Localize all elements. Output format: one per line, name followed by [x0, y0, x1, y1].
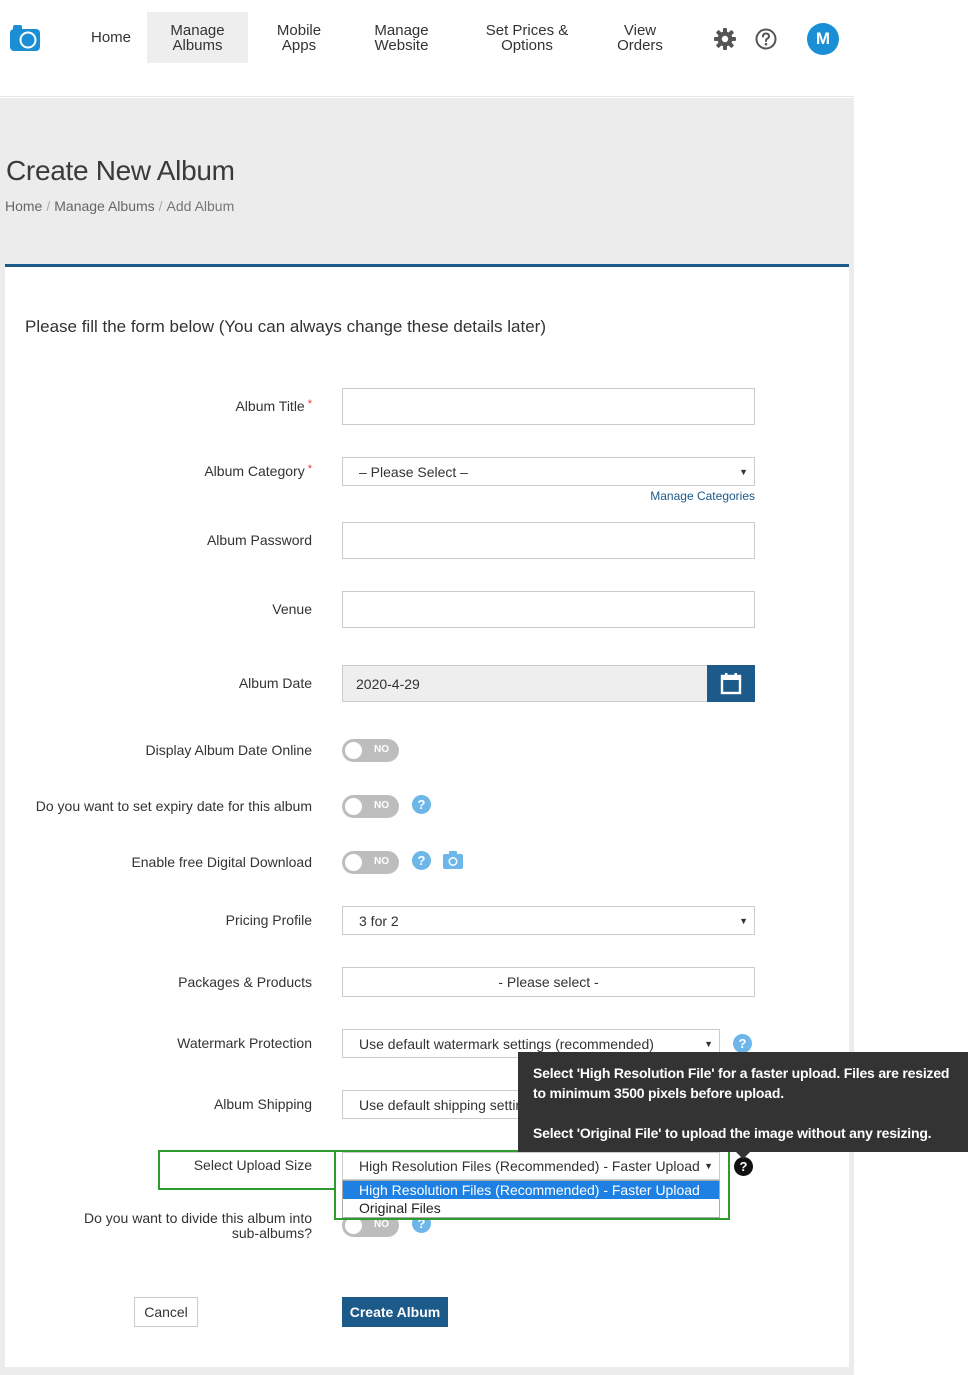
form-intro: Please fill the form below (You can alwa…: [25, 317, 546, 336]
watermark-label: Watermark Protection: [177, 1035, 312, 1051]
select-value: Use default watermark settings (recommen…: [359, 1035, 654, 1052]
tooltip-text-2: Select 'Original File' to upload the ima…: [533, 1125, 932, 1141]
upload-size-tooltip: Select 'High Resolution File' for a fast…: [518, 1052, 968, 1152]
pricing-profile-select[interactable]: 3 for 2 ▼: [342, 906, 755, 935]
packages-select[interactable]: - Please select -: [342, 967, 755, 997]
toggle-knob: [345, 742, 362, 759]
display-date-label: Display Album Date Online: [145, 742, 312, 758]
nav-label-line1: Mobile: [276, 21, 322, 39]
venue-label: Venue: [272, 601, 312, 617]
question-circle-icon[interactable]: [755, 28, 777, 50]
label-line2: sub-albums?: [231, 1225, 312, 1241]
nav-label-line2: Website: [374, 36, 429, 54]
breadcrumb-home[interactable]: Home: [5, 198, 42, 214]
tooltip-text-1: Select 'High Resolution File' for a fast…: [533, 1065, 950, 1101]
expiry-label: Do you want to set expiry date for this …: [35, 798, 312, 814]
highlight-select-box: [334, 1150, 730, 1220]
album-date-input[interactable]: 2020-4-29: [342, 665, 708, 702]
gear-icon[interactable]: [713, 27, 737, 51]
album-title-label: Album Title *: [235, 398, 312, 414]
toggle-text: NO: [374, 856, 389, 867]
nav-label-line1: Set Prices &: [485, 21, 569, 39]
tooltip-arrow: [736, 1152, 750, 1159]
label-text: Album Category: [204, 463, 305, 479]
nav-label-line2: Albums: [172, 36, 223, 54]
nav-label-line1: Manage: [170, 21, 225, 39]
breadcrumb: Home / Manage Albums / Add Album: [5, 198, 234, 214]
select-value: 3 for 2: [359, 912, 399, 929]
album-category-label: Album Category *: [204, 463, 312, 479]
nav-manage-website[interactable]: Manage Website: [356, 12, 447, 63]
packages-label: Packages & Products: [178, 974, 312, 990]
free-download-toggle[interactable]: NO: [342, 851, 399, 874]
breadcrumb-separator: /: [46, 198, 51, 214]
breadcrumb-manage-albums[interactable]: Manage Albums: [54, 198, 154, 214]
manage-categories-link[interactable]: Manage Categories: [650, 489, 755, 503]
sub-albums-label: Do you want to divide this album into su…: [84, 1211, 312, 1241]
calendar-icon: [720, 672, 742, 694]
nav-set-prices[interactable]: Set Prices & Options: [474, 12, 580, 63]
pricing-profile-label: Pricing Profile: [225, 912, 312, 928]
top-nav: Home Manage Albums Mobile Apps Manage Websi…: [0, 0, 854, 97]
nav-home[interactable]: Home: [78, 12, 144, 63]
nav-manage-albums[interactable]: Manage Albums: [147, 12, 248, 63]
shipping-label: Album Shipping: [213, 1096, 312, 1112]
breadcrumb-separator: /: [158, 198, 163, 214]
page-title: Create New Album: [6, 155, 235, 186]
highlight-label-box: [158, 1150, 336, 1190]
breadcrumb-current: Add Album: [166, 198, 235, 214]
question-help-icon[interactable]: ?: [412, 795, 431, 814]
nav-label-line1: View: [623, 21, 657, 39]
nav-label-line2: Options: [501, 36, 553, 54]
avatar[interactable]: M: [807, 23, 839, 55]
chevron-down-icon: ▼: [739, 466, 748, 477]
album-password-label: Album Password: [206, 532, 312, 548]
camera-logo-icon[interactable]: [10, 25, 40, 51]
required-mark: *: [307, 463, 312, 475]
expiry-toggle[interactable]: NO: [342, 795, 399, 818]
question-help-icon[interactable]: ?: [734, 1157, 753, 1176]
camera-icon[interactable]: [443, 851, 463, 869]
album-category-select[interactable]: – Please Select – ▼: [342, 457, 755, 486]
toggle-text: NO: [374, 1219, 389, 1230]
nav-label-line2: Orders: [617, 36, 663, 54]
question-help-icon[interactable]: ?: [412, 851, 431, 870]
display-date-toggle[interactable]: NO: [342, 739, 399, 762]
toggle-knob: [345, 798, 362, 815]
toggle-text: NO: [374, 744, 389, 755]
nav-view-orders[interactable]: View Orders: [602, 12, 678, 63]
toggle-text: NO: [374, 800, 389, 811]
nav-home-label: Home: [90, 29, 131, 46]
album-password-input[interactable]: [342, 522, 755, 559]
chevron-down-icon: ▼: [739, 915, 748, 926]
nav-mobile-apps[interactable]: Mobile Apps: [258, 12, 340, 63]
free-download-label: Enable free Digital Download: [131, 854, 312, 870]
nav-label-line1: Manage: [374, 21, 429, 39]
chevron-down-icon: ▼: [704, 1038, 713, 1049]
select-value: – Please Select –: [359, 463, 468, 480]
nav-label-line2: Apps: [281, 36, 317, 54]
create-album-button[interactable]: Create Album: [342, 1297, 448, 1327]
calendar-button[interactable]: [707, 665, 755, 702]
venue-input[interactable]: [342, 591, 755, 628]
question-help-icon[interactable]: ?: [733, 1034, 752, 1053]
cancel-button[interactable]: Cancel: [134, 1297, 198, 1327]
label-line1: Do you want to divide this album into: [83, 1210, 312, 1226]
select-value: Use default shipping settin: [359, 1096, 524, 1113]
toggle-knob: [345, 854, 362, 871]
album-title-input[interactable]: [342, 388, 755, 425]
album-date-label: Album Date: [238, 675, 312, 691]
required-mark: *: [307, 398, 312, 410]
label-text: Album Title: [235, 398, 305, 414]
